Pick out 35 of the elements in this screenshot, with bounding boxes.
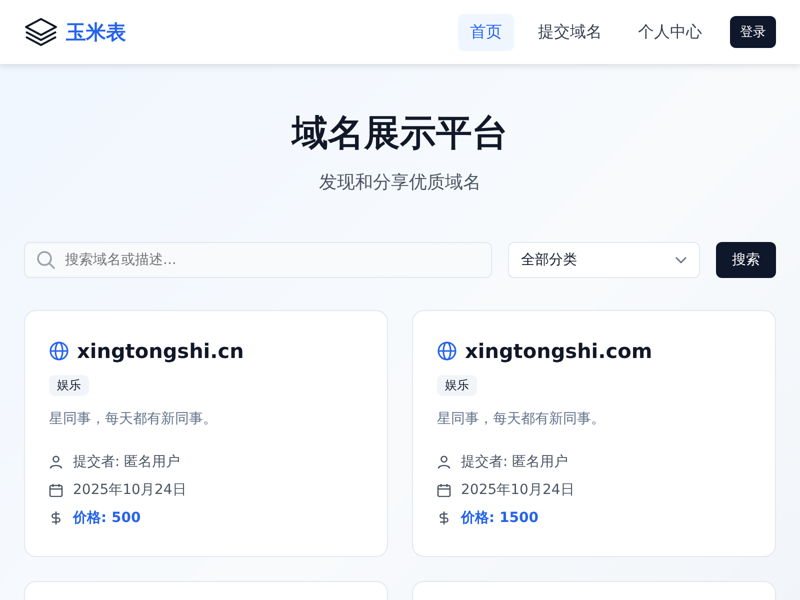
submitter-text: 提交者: 匿名用户 <box>461 453 568 471</box>
domain-name: xingtongshi.com <box>465 339 652 363</box>
domain-name: xingtongshi.cn <box>77 339 244 363</box>
date-text: 2025年10月24日 <box>73 481 186 499</box>
calendar-icon <box>49 483 63 497</box>
domain-description: 星同事，每天都有新同事。 <box>49 410 217 428</box>
domain-card[interactable]: xingtongshi.com 娱乐 星同事，每天都有新同事。 提交者: 匿名用户 2025年10月24日 价格: 1500 <box>412 310 776 557</box>
search-icon <box>36 250 56 270</box>
dollar-icon <box>437 511 451 525</box>
price-text: 价格: 500 <box>73 509 141 527</box>
layers-icon <box>24 17 58 47</box>
date-text: 2025年10月24日 <box>461 481 574 499</box>
search-field[interactable]: 搜索域名或描述... <box>24 242 492 278</box>
dollar-icon <box>49 511 63 525</box>
logo-text[interactable]: 玉米表 <box>66 18 126 46</box>
submitter-text: 提交者: 匿名用户 <box>73 453 180 471</box>
login-button[interactable]: 登录 <box>730 16 776 48</box>
price-text: 价格: 1500 <box>461 509 538 527</box>
chevron-down-icon <box>675 256 687 264</box>
category-select[interactable]: 全部分类 <box>508 242 700 278</box>
nav-link[interactable]: 提交域名 <box>526 14 614 50</box>
globe-icon <box>49 341 69 361</box>
nav-link[interactable]: 首页 <box>458 14 514 50</box>
user-icon <box>437 455 451 469</box>
domain-description: 星同事，每天都有新同事。 <box>437 410 605 428</box>
category-tag: 娱乐 <box>437 375 477 396</box>
calendar-icon <box>437 483 451 497</box>
globe-icon <box>437 341 457 361</box>
hero-subtitle: 发现和分享优质域名 <box>318 171 482 194</box>
user-icon <box>49 455 63 469</box>
search-button[interactable]: 搜索 <box>716 242 776 278</box>
hero-title: 域名展示平台 <box>290 112 509 156</box>
nav-link[interactable]: 个人中心 <box>626 14 714 50</box>
domain-card[interactable]: xingtongshi.cn 娱乐 星同事，每天都有新同事。 提交者: 匿名用户 2025年10月24日 价格: 500 <box>24 310 388 557</box>
category-tag: 娱乐 <box>49 375 89 396</box>
